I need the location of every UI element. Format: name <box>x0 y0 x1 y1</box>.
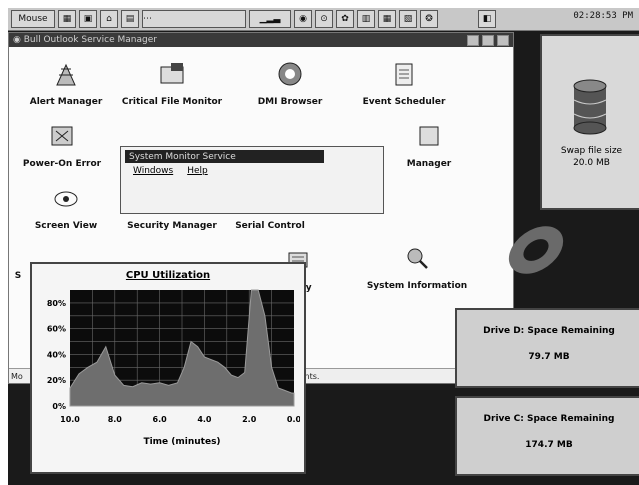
menu-windows[interactable]: Windows <box>133 166 173 176</box>
swap-value: 20.0 MB <box>573 158 610 168</box>
power-error-icon <box>51 126 73 146</box>
cpu-chart: 80% 60% 40% 20% 0% 10.0 8.0 6.0 4.0 2.0 0.0 Time … <box>47 289 300 447</box>
maximize-button[interactable] <box>482 34 494 46</box>
icon-label: Screen View <box>34 221 98 231</box>
alert-manager-item[interactable]: Alert Manager <box>11 61 121 108</box>
icon-label: S <box>14 271 22 281</box>
swap-file-panel: Swap file size 20.0 MB <box>540 34 639 210</box>
calendar-icon <box>395 63 413 86</box>
drive-d-panel: Drive D: Space Remaining 79.7 MB <box>455 308 639 388</box>
cpu-utilization-window: CPU Utilization 80% 60% 40% 20% 0% 10.0 8.0 6.… <box>30 262 306 474</box>
x-tick-label: 10.0 <box>60 415 80 424</box>
taskbar-icon[interactable]: ▦ <box>378 10 396 28</box>
drive-c-value: 174.7 MB <box>525 440 573 450</box>
chart-title: CPU Utilization <box>125 270 211 281</box>
y-ticks: 80% 60% 40% 20% 0% <box>47 299 66 411</box>
x-tick-label: 0.0 <box>287 415 300 424</box>
y-tick-label: 20% <box>47 376 66 385</box>
icon-label: Alert Manager <box>29 97 103 107</box>
screen-view-item[interactable]: Screen View <box>11 185 121 232</box>
taskbar-icon[interactable]: ▧ <box>399 10 417 28</box>
icon-label: System Information <box>366 281 468 291</box>
window-title: Bull Outlook Service Manager <box>23 35 157 45</box>
taskbar-slider[interactable]: ⋯ <box>142 10 246 28</box>
dmi-browser-item[interactable]: DMI Browser <box>235 61 345 108</box>
icon-label: Serial Control <box>235 221 305 231</box>
icon-label: Critical File Monitor <box>121 97 223 107</box>
x-tick-label: 6.0 <box>153 415 168 424</box>
x-tick-label: 2.0 <box>242 415 257 424</box>
popup-titlebar[interactable]: System Monitor Service <box>125 150 324 163</box>
icon-label: Event Scheduler <box>362 97 446 107</box>
x-tick-label: 8.0 <box>108 415 123 424</box>
clock: 02:28:53 PM <box>573 11 633 21</box>
icon-label: Security Manager <box>127 221 217 231</box>
x-axis-label: Time (minutes) <box>143 437 220 447</box>
window-icon: ◉ <box>13 35 24 45</box>
window-titlebar[interactable]: ◉ Bull Outlook Service Manager <box>9 33 513 47</box>
taskbar-icon[interactable]: ⌂ <box>100 10 118 28</box>
y-tick-label: 60% <box>47 325 66 334</box>
database-icon <box>573 79 607 135</box>
taskbar-icon[interactable]: ❂ <box>420 10 438 28</box>
alert-icon <box>56 63 76 86</box>
screen-view-icon <box>54 191 78 207</box>
taskbar-icon[interactable]: ⊙ <box>315 10 333 28</box>
taskbar-icon[interactable]: ▥ <box>357 10 375 28</box>
icon-label: Power-On Error <box>22 159 102 169</box>
power-on-error-item[interactable]: Power-On Error <box>8 123 117 170</box>
x-ticks: 10.0 8.0 6.0 4.0 2.0 0.0 <box>60 415 300 424</box>
desktop-wallpaper-shape <box>508 226 564 274</box>
y-tick-label: 0% <box>52 402 66 411</box>
taskbar-icon[interactable]: ▣ <box>79 10 97 28</box>
taskbar-icon[interactable]: ◧ <box>478 10 496 28</box>
manager-item[interactable]: Manager <box>369 123 489 170</box>
start-button[interactable]: Mouse <box>11 10 55 28</box>
drive-d-title: Drive D: Space Remaining <box>483 326 615 336</box>
start-label: Mouse <box>18 14 48 24</box>
system-information-item[interactable]: System Information <box>357 245 477 292</box>
taskbar-icon[interactable]: ▤ <box>121 10 139 28</box>
x-tick-label: 4.0 <box>197 415 212 424</box>
globe-icon <box>278 62 302 86</box>
drive-c-title: Drive C: Space Remaining <box>483 414 615 424</box>
y-tick-label: 40% <box>47 350 66 359</box>
popup-title: System Monitor Service <box>129 151 236 162</box>
file-monitor-icon <box>160 63 184 84</box>
y-tick-label: 80% <box>47 299 66 308</box>
drive-d-value: 79.7 MB <box>528 352 570 362</box>
taskbar-icon[interactable]: ▦ <box>58 10 76 28</box>
critical-file-monitor-item[interactable]: Critical File Monitor <box>117 61 227 108</box>
event-scheduler-item[interactable]: Event Scheduler <box>349 61 459 108</box>
taskbar-icon[interactable]: ◉ <box>294 10 312 28</box>
taskbar: Mouse ▦ ▣ ⌂ ▤ ⋯ ▁▂▃ ◉ ⊙ ✿ ▥ ▦ ▧ ❂ ◧ 02:2… <box>8 8 639 31</box>
icon-label: Manager <box>406 159 452 169</box>
desktop: Mouse ▦ ▣ ⌂ ▤ ⋯ ▁▂▃ ◉ ⊙ ✿ ▥ ▦ ▧ ❂ ◧ 02:2… <box>8 8 639 485</box>
status-prefix: Mo <box>11 371 23 381</box>
system-monitor-popup: System Monitor Service Windows Help <box>120 146 384 214</box>
minimize-button[interactable] <box>467 34 479 46</box>
manager-icon <box>419 126 439 146</box>
swap-label: Swap file size <box>560 146 623 156</box>
popup-menubar: Windows Help <box>121 166 383 176</box>
magnifier-icon <box>407 248 428 269</box>
drive-c-panel: Drive C: Space Remaining 174.7 MB <box>455 396 639 476</box>
icon-label: DMI Browser <box>257 97 323 107</box>
taskbar-meter[interactable]: ▁▂▃ <box>249 10 291 28</box>
close-button[interactable] <box>497 34 509 46</box>
taskbar-icon[interactable]: ✿ <box>336 10 354 28</box>
menu-help[interactable]: Help <box>187 166 208 176</box>
